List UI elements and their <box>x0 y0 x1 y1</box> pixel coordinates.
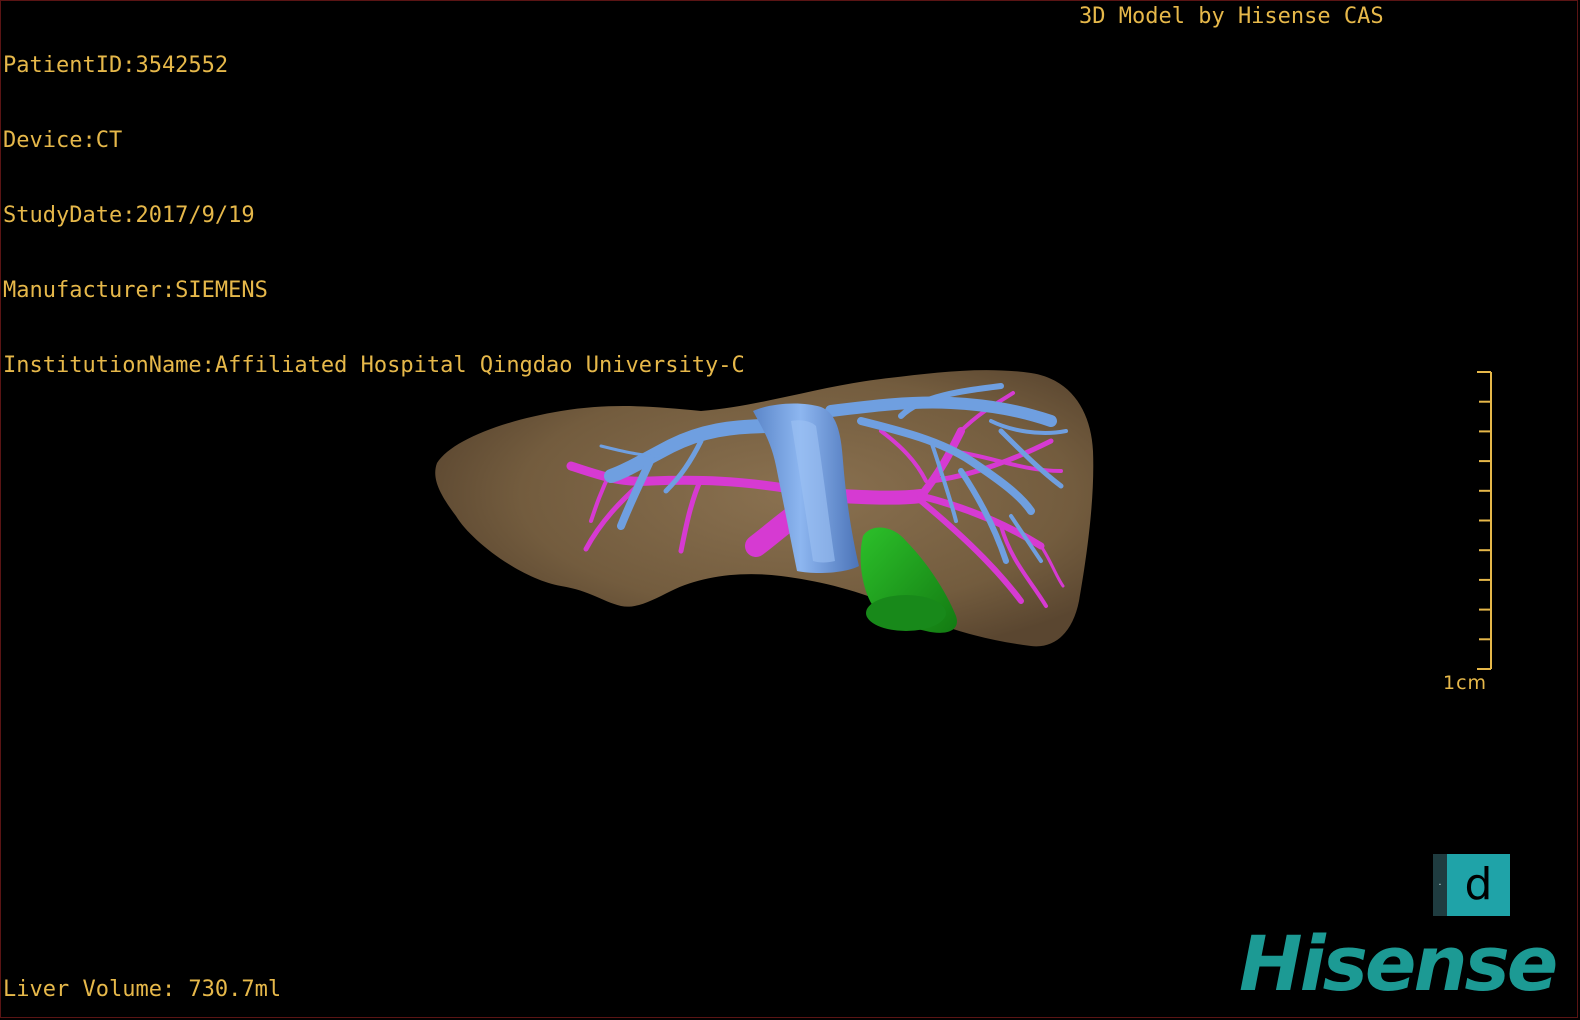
badge-letter: d <box>1447 854 1510 916</box>
badge-tab: · <box>1433 854 1447 916</box>
institution-label: InstitutionName:Affiliated Hospital Qing… <box>3 353 745 378</box>
scale-bar <box>1477 371 1492 670</box>
d-badge[interactable]: · d <box>1433 854 1510 916</box>
patient-metadata: PatientID:3542552 Device:CT StudyDate:20… <box>3 3 745 428</box>
study-date-label: StudyDate:2017/9/19 <box>3 203 255 228</box>
hisense-logo: Hisense <box>1239 919 1558 1008</box>
liver-volume-label: Liver Volume: 730.7ml <box>3 977 282 1002</box>
manufacturer-label: Manufacturer:SIEMENS <box>3 278 268 303</box>
scale-label: 1cm <box>1443 672 1488 694</box>
3d-model-viewport[interactable]: PatientID:3542552 Device:CT StudyDate:20… <box>0 0 1578 1018</box>
patient-id-label: PatientID:3542552 <box>3 53 229 78</box>
device-label: Device:CT <box>3 128 123 153</box>
model-credit: 3D Model by Hisense CAS <box>1079 4 1384 29</box>
